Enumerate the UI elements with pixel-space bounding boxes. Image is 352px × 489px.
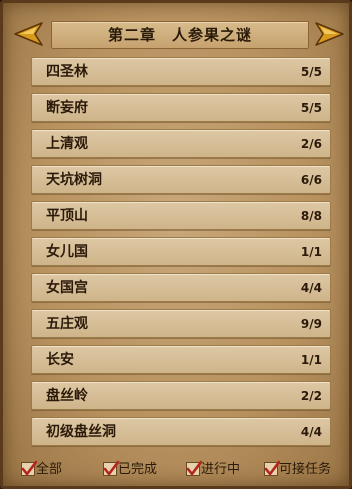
chapter-title: 第二章 人参果之谜 (107, 26, 252, 44)
checkbox[interactable] (186, 460, 202, 476)
left-arrow-icon (14, 22, 43, 46)
quest-name: 女儿国 (46, 244, 88, 260)
quest-row[interactable]: 初级盘丝洞 4/4 (31, 417, 331, 446)
quest-name: 女国宫 (46, 280, 88, 296)
next-chapter-button[interactable] (313, 21, 347, 47)
quest-row[interactable]: 四圣林 5/5 (31, 57, 331, 86)
filter-bar: 全部 已完成 进行中 可接任务 (21, 460, 345, 480)
check-mark-icon (186, 460, 202, 476)
filter-label: 已完成 (118, 462, 158, 477)
check-mark-icon (264, 460, 280, 476)
quest-row[interactable]: 断妄府 5/5 (31, 93, 331, 122)
quest-progress: 2/6 (300, 137, 322, 151)
quest-name: 初级盘丝洞 (46, 424, 116, 440)
quest-name: 四圣林 (46, 64, 88, 80)
filter-label: 全部 (36, 462, 63, 477)
quest-name: 长安 (46, 352, 74, 368)
quest-progress: 5/5 (300, 101, 322, 115)
quest-progress: 2/2 (300, 389, 322, 403)
quest-progress: 9/9 (300, 317, 322, 331)
quest-progress: 8/8 (300, 209, 322, 223)
checkbox[interactable] (264, 460, 280, 476)
quest-progress: 5/5 (300, 65, 322, 79)
quest-progress: 4/4 (300, 425, 322, 439)
quest-row[interactable]: 上清观 2/6 (31, 129, 331, 158)
checkbox[interactable] (21, 460, 37, 476)
right-arrow-icon (315, 22, 344, 46)
chapter-header: 第二章 人参果之谜 (11, 19, 347, 49)
chapter-title-plate: 第二章 人参果之谜 (51, 21, 309, 49)
quest-name: 上清观 (46, 136, 88, 152)
quest-name: 天坑树洞 (46, 172, 102, 188)
check-mark-icon (103, 460, 119, 476)
quest-progress: 1/1 (300, 353, 322, 367)
quest-progress: 1/1 (300, 245, 322, 259)
quest-name: 平顶山 (46, 208, 88, 224)
quest-row[interactable]: 长安 1/1 (31, 345, 331, 374)
quest-row[interactable]: 天坑树洞 6/6 (31, 165, 331, 194)
checkbox[interactable] (103, 460, 119, 476)
quest-name: 断妄府 (46, 100, 88, 116)
quest-name: 盘丝岭 (46, 388, 88, 404)
quest-row[interactable]: 盘丝岭 2/2 (31, 381, 331, 410)
filter-label: 可接任务 (279, 462, 332, 477)
quest-progress: 6/6 (300, 173, 322, 187)
quest-row[interactable]: 平顶山 8/8 (31, 201, 331, 230)
quest-row[interactable]: 五庄观 9/9 (31, 309, 331, 338)
quest-row[interactable]: 女国宫 4/4 (31, 273, 331, 302)
prev-chapter-button[interactable] (11, 21, 45, 47)
quest-panel: 第二章 人参果之谜 四圣林 5/5 断妄府 5/5 上清观 2/6 天坑树洞 6… (0, 0, 352, 489)
quest-name: 五庄观 (46, 316, 88, 332)
check-mark-icon (21, 460, 37, 476)
quest-progress: 4/4 (300, 281, 322, 295)
filter-label: 进行中 (201, 462, 241, 477)
quest-row[interactable]: 女儿国 1/1 (31, 237, 331, 266)
